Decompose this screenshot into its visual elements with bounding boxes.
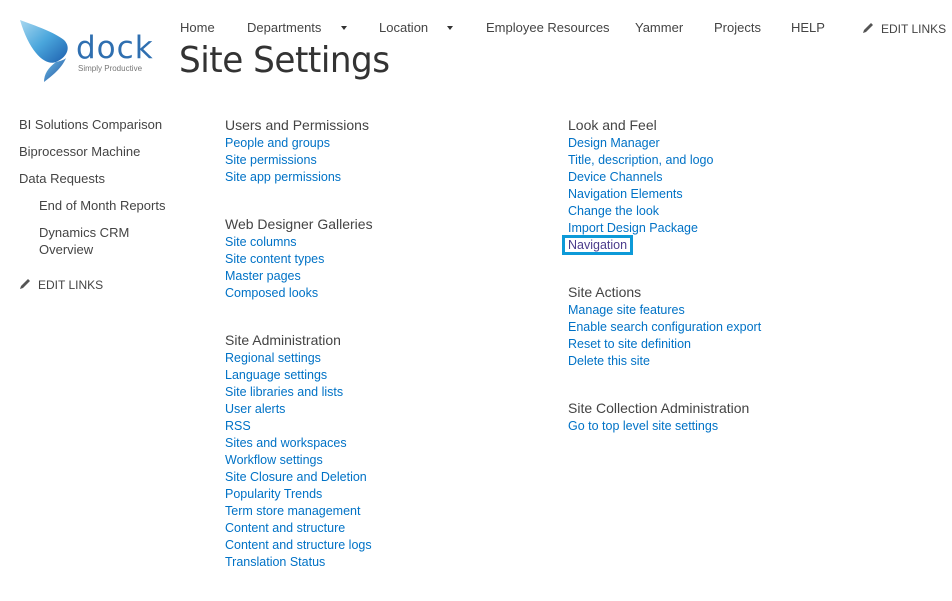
logo-wordmark: dock — [76, 30, 154, 66]
link-site-libraries-and-lists[interactable]: Site libraries and lists — [225, 385, 343, 399]
link-enable-search-configuration-export[interactable]: Enable search configuration export — [568, 320, 761, 334]
link-user-alerts[interactable]: User alerts — [225, 402, 285, 416]
leftnav-edit-links-button[interactable]: EDIT LINKS — [19, 278, 189, 292]
link-composed-looks[interactable]: Composed looks — [225, 286, 318, 300]
leftnav-item-data-requests[interactable]: Data Requests — [19, 170, 189, 187]
group-title: Site Actions — [568, 284, 642, 300]
link-content-and-structure-logs[interactable]: Content and structure logs — [225, 538, 372, 552]
link-master-pages[interactable]: Master pages — [225, 269, 301, 283]
topnav-yammer[interactable]: Yammer — [635, 20, 683, 35]
link-navigation-elements[interactable]: Navigation Elements — [568, 187, 683, 201]
link-workflow-settings[interactable]: Workflow settings — [225, 453, 323, 467]
topnav-help[interactable]: HELP — [791, 20, 825, 35]
link-site-permissions[interactable]: Site permissions — [225, 153, 317, 167]
left-navigation: BI Solutions Comparison Biprocessor Mach… — [19, 116, 189, 292]
group-title: Web Designer Galleries — [225, 216, 373, 232]
link-design-manager[interactable]: Design Manager — [568, 136, 660, 150]
group-look-and-feel: Look and Feel Design Manager Title, desc… — [561, 117, 888, 255]
topnav-employee-resources[interactable]: Employee Resources — [486, 20, 610, 35]
link-translation-status[interactable]: Translation Status — [225, 555, 325, 569]
group-title: Site Collection Administration — [568, 400, 750, 416]
topnav-projects[interactable]: Projects — [714, 20, 761, 35]
link-site-content-types[interactable]: Site content types — [225, 252, 324, 266]
link-rss[interactable]: RSS — [225, 419, 251, 433]
settings-column-right: Look and Feel Design Manager Title, desc… — [561, 117, 888, 465]
link-change-the-look[interactable]: Change the look — [568, 204, 659, 218]
link-site-columns[interactable]: Site columns — [225, 235, 297, 249]
link-content-and-structure[interactable]: Content and structure — [225, 521, 345, 535]
link-delete-this-site[interactable]: Delete this site — [568, 354, 650, 368]
link-go-to-top-level-site-settings[interactable]: Go to top level site settings — [568, 419, 718, 433]
settings-column-left: Users and Permissions People and groups … — [225, 117, 545, 601]
leftnav-item-biprocessor-machine[interactable]: Biprocessor Machine — [19, 143, 189, 160]
topnav-home[interactable]: Home — [180, 20, 215, 35]
link-device-channels[interactable]: Device Channels — [568, 170, 663, 184]
group-site-actions: Site Actions Manage site features Enable… — [568, 284, 888, 370]
pencil-icon — [863, 23, 873, 33]
dock-logo[interactable]: dock Simply Productive — [18, 18, 153, 84]
link-site-app-permissions[interactable]: Site app permissions — [225, 170, 341, 184]
link-sites-and-workspaces[interactable]: Sites and workspaces — [225, 436, 347, 450]
group-title: Users and Permissions — [225, 117, 369, 133]
link-popularity-trends[interactable]: Popularity Trends — [225, 487, 322, 501]
top-edit-links-button[interactable]: EDIT LINKS — [862, 22, 946, 36]
link-navigation[interactable]: Navigation — [561, 235, 634, 255]
topnav-location[interactable]: Location — [379, 20, 428, 35]
group-users-and-permissions: Users and Permissions People and groups … — [225, 117, 545, 186]
wing-logo-icon — [20, 20, 68, 82]
group-site-administration: Site Administration Regional settings La… — [225, 332, 545, 571]
link-language-settings[interactable]: Language settings — [225, 368, 327, 382]
top-edit-links-label: EDIT LINKS — [881, 22, 947, 36]
link-import-design-package[interactable]: Import Design Package — [568, 221, 698, 235]
link-title-description-and-logo[interactable]: Title, description, and logo — [568, 153, 713, 167]
link-reset-to-site-definition[interactable]: Reset to site definition — [568, 337, 691, 351]
pencil-icon — [20, 279, 30, 289]
leftnav-item-dynamics-crm-overview[interactable]: Dynamics CRM Overview — [19, 224, 149, 258]
link-regional-settings[interactable]: Regional settings — [225, 351, 321, 365]
group-site-collection-administration: Site Collection Administration Go to top… — [568, 400, 888, 435]
group-web-designer-galleries: Web Designer Galleries Site columns Site… — [225, 216, 545, 302]
topnav-departments[interactable]: Departments — [247, 20, 321, 35]
page-title: Site Settings — [179, 40, 390, 81]
logo-tagline: Simply Productive — [78, 64, 143, 73]
link-site-closure-and-deletion[interactable]: Site Closure and Deletion — [225, 470, 367, 484]
link-term-store-management[interactable]: Term store management — [225, 504, 360, 518]
leftnav-item-end-of-month-reports[interactable]: End of Month Reports — [19, 197, 189, 214]
leftnav-edit-links-label: EDIT LINKS — [38, 278, 104, 292]
departments-dropdown-caret-icon[interactable] — [341, 26, 347, 30]
link-people-and-groups[interactable]: People and groups — [225, 136, 330, 150]
group-title: Site Administration — [225, 332, 341, 348]
leftnav-item-bi-solutions-comparison[interactable]: BI Solutions Comparison — [19, 116, 189, 133]
location-dropdown-caret-icon[interactable] — [447, 26, 453, 30]
group-title: Look and Feel — [568, 117, 657, 133]
link-manage-site-features[interactable]: Manage site features — [568, 303, 685, 317]
